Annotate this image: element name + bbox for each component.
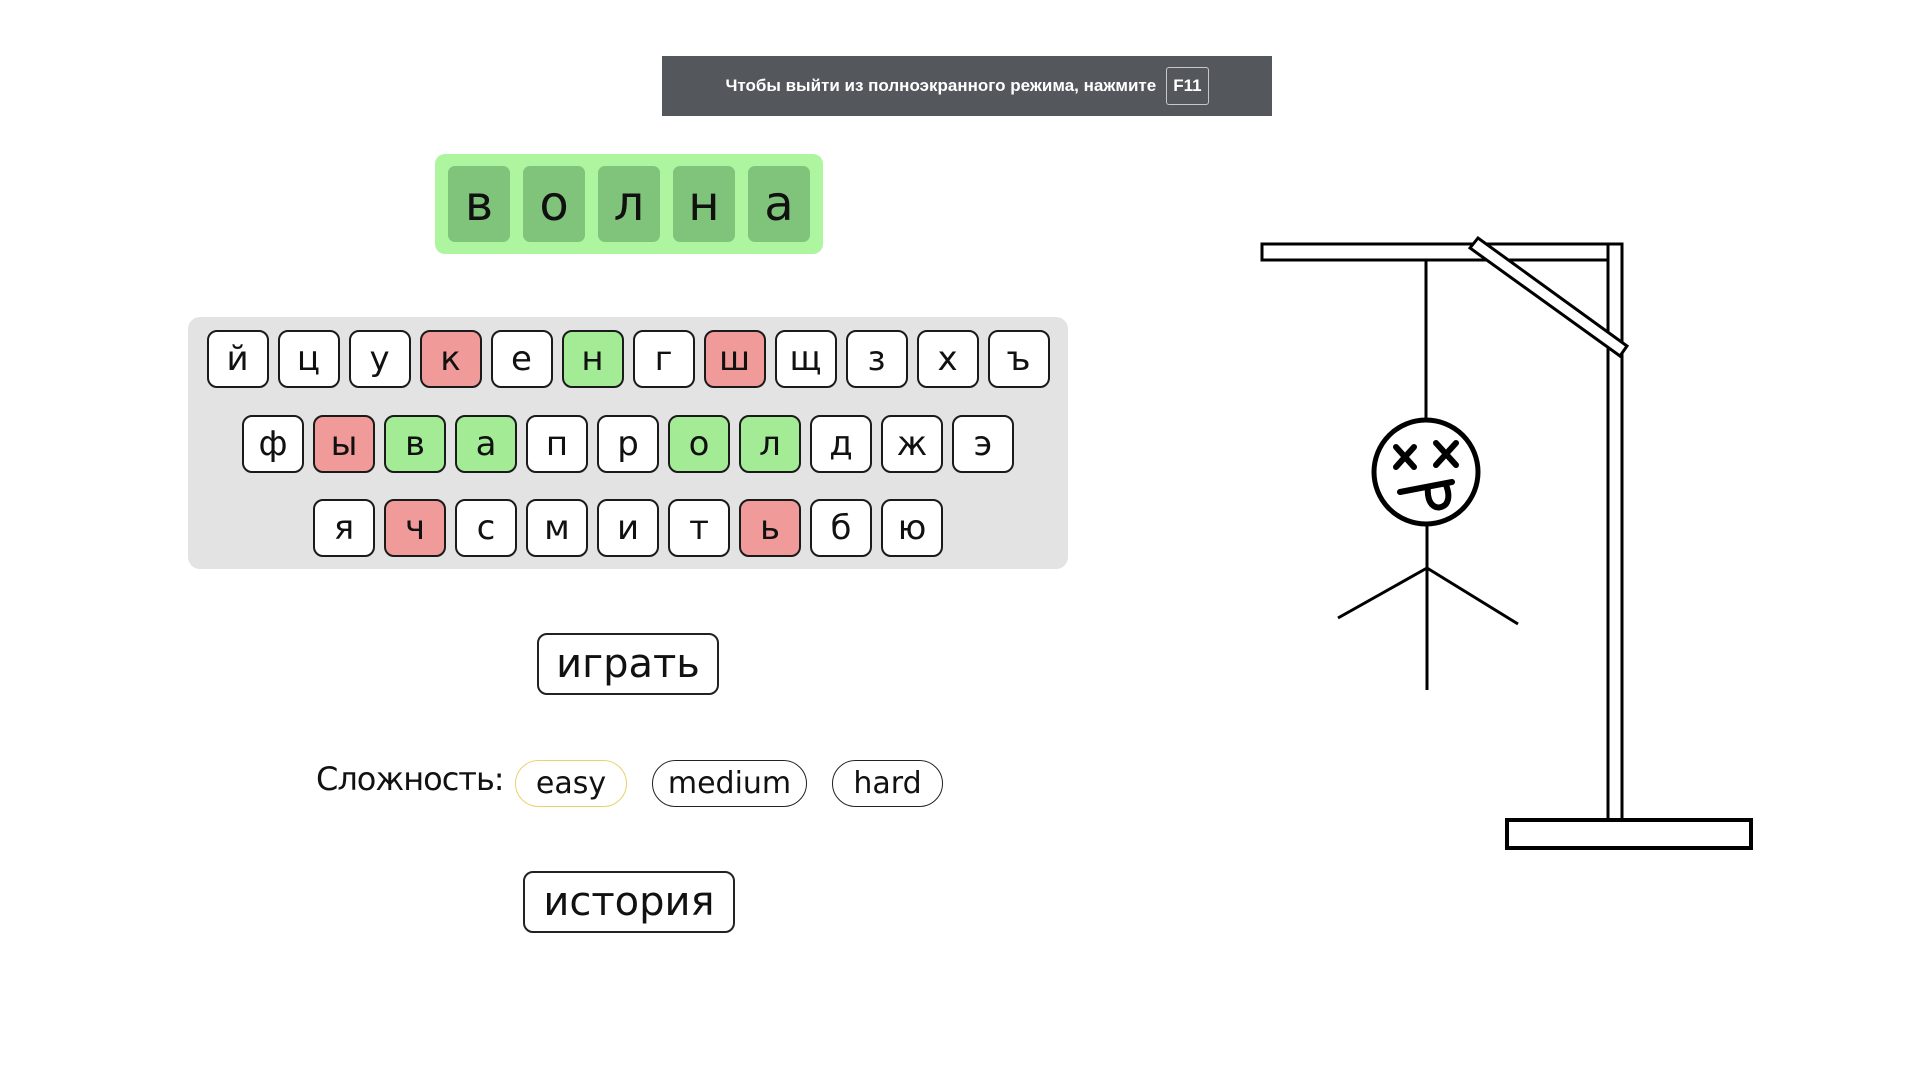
letter-key[interactable]: в [384, 415, 446, 473]
letter-key[interactable]: у [348, 330, 411, 388]
letter-key[interactable]: ю [881, 499, 943, 557]
gallows-top-beam [1260, 242, 1624, 262]
letter-key[interactable]: т [668, 499, 730, 557]
letter-key[interactable]: ш [703, 330, 766, 388]
word-letter: а [748, 166, 810, 242]
gallows-base [1505, 818, 1753, 850]
letter-key[interactable]: ж [881, 415, 943, 473]
letter-key[interactable]: я [313, 499, 375, 557]
difficulty-label: Сложность: [316, 760, 505, 798]
fullscreen-notice-text: Чтобы выйти из полноэкранного режима, на… [725, 76, 1157, 95]
difficulty-easy-button[interactable]: easy [515, 760, 627, 807]
letter-key[interactable]: щ [774, 330, 837, 388]
gallows-drawing [1260, 235, 1753, 850]
word-panel: в о л н а [435, 154, 823, 254]
letter-key[interactable]: а [455, 415, 517, 473]
dead-face-icon [1371, 417, 1481, 527]
letter-key[interactable]: х [916, 330, 979, 388]
letter-key[interactable]: н [561, 330, 624, 388]
letter-key[interactable]: д [810, 415, 872, 473]
f11-key-badge: F11 [1166, 67, 1209, 105]
difficulty-medium-button[interactable]: medium [652, 760, 807, 807]
letter-key[interactable]: э [952, 415, 1014, 473]
letter-key[interactable]: г [632, 330, 695, 388]
history-button[interactable]: история [523, 871, 735, 933]
letter-key[interactable]: ы [313, 415, 375, 473]
letter-key[interactable]: е [490, 330, 553, 388]
letter-key[interactable]: р [597, 415, 659, 473]
word-letter: в [448, 166, 510, 242]
keyboard-row-1: йцукенгшщзхъ [188, 330, 1068, 388]
letter-key[interactable]: ъ [987, 330, 1050, 388]
letter-key[interactable]: о [668, 415, 730, 473]
letter-key[interactable]: й [206, 330, 269, 388]
keyboard-row-2: фывапролджэ [188, 415, 1068, 473]
letter-key[interactable]: з [845, 330, 908, 388]
word-letter: л [598, 166, 660, 242]
difficulty-hard-button[interactable]: hard [832, 760, 943, 807]
letter-key[interactable]: ч [384, 499, 446, 557]
letter-key[interactable]: ц [277, 330, 340, 388]
letter-key[interactable]: п [526, 415, 588, 473]
letter-key[interactable]: и [597, 499, 659, 557]
letter-key[interactable]: ь [739, 499, 801, 557]
letter-key[interactable]: к [419, 330, 482, 388]
fullscreen-exit-notice: Чтобы выйти из полноэкранного режима, на… [662, 56, 1272, 116]
play-button[interactable]: играть [537, 633, 719, 695]
letter-key[interactable]: б [810, 499, 872, 557]
letter-key[interactable]: ф [242, 415, 304, 473]
left-arm [1337, 566, 1428, 620]
word-letter: н [673, 166, 735, 242]
gallows-post [1606, 242, 1624, 824]
letter-key[interactable]: м [526, 499, 588, 557]
right-arm [1426, 566, 1519, 626]
word-letter: о [523, 166, 585, 242]
letter-key[interactable]: л [739, 415, 801, 473]
letter-key[interactable]: с [455, 499, 517, 557]
letter-keyboard: йцукенгшщзхъ фывапролджэ ячсмитьбю [188, 317, 1068, 569]
keyboard-row-3: ячсмитьбю [188, 499, 1068, 557]
hangman-game-page: Чтобы выйти из полноэкранного режима, на… [0, 0, 1920, 1080]
